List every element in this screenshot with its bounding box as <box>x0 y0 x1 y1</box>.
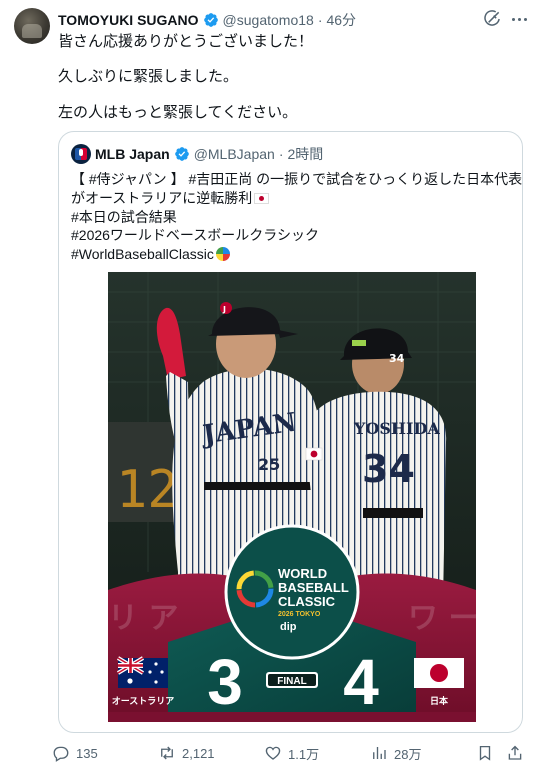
japan-flag-icon <box>254 193 270 204</box>
separator-dot: · <box>278 146 284 162</box>
repost-count: 2,121 <box>182 745 215 761</box>
watermark-letters: ワ ー <box>408 601 476 636</box>
quoted-hashtag[interactable]: #本日の試合結果 <box>71 208 177 227</box>
verified-icon <box>203 13 218 27</box>
scoreboard-digits: 12 <box>116 460 179 520</box>
team-right-name: 日本 <box>430 695 449 707</box>
quoted-text-line: がオーストラリアに逆転勝利 <box>71 189 270 208</box>
post-header: TOMOYUKI SUGANO @sugatomo18 · 46分 <box>58 10 356 30</box>
watermark-letters: リ ア <box>108 601 178 636</box>
quoted-post-time[interactable]: 2時間 <box>288 144 324 164</box>
quoted-author-handle[interactable]: @MLBJapan <box>194 146 275 162</box>
logo-line-3: CLASSIC <box>278 594 336 609</box>
quoted-hashtag[interactable]: #2026ワールドベースボールクラシック <box>71 226 319 245</box>
bookmark-button[interactable] <box>476 741 494 765</box>
post-photo[interactable]: 12 J JAPAN 25 34 YOSHIDA 34 リ ア ワ ー WORL… <box>108 272 476 722</box>
like-icon <box>265 746 281 760</box>
score-right: 4 <box>343 646 379 718</box>
quoted-text-span: がオーストラリアに逆転勝利 <box>71 190 253 206</box>
reply-button[interactable]: 135 <box>52 741 98 765</box>
separator-dot: · <box>317 12 323 28</box>
repost-button[interactable]: 2,121 <box>158 741 215 765</box>
quoted-hashtag-line: #WorldBaseballClassic <box>71 245 230 264</box>
post-text-line: 皆さん応援ありがとうございました！ <box>58 33 314 50</box>
australia-flag <box>116 656 168 688</box>
like-count: 1.1万 <box>288 746 320 762</box>
logo-sponsor: dip <box>280 621 297 633</box>
more-icon[interactable] <box>508 9 530 29</box>
post-text-line: 久しぶりに緊張しました。 <box>58 68 239 85</box>
verified-icon <box>174 147 189 161</box>
bookmark-icon <box>479 745 491 761</box>
jersey-left-number: 25 <box>258 455 280 474</box>
reply-icon <box>53 746 69 762</box>
logo-line-4: 2026 TOKYO <box>278 611 321 618</box>
logo-line-2: BASEBALL <box>278 580 349 595</box>
share-icon <box>508 745 522 760</box>
author-name[interactable]: TOMOYUKI SUGANO <box>58 12 199 28</box>
helmet-logo: J <box>222 305 226 314</box>
quoted-post-header: MLB Japan @MLBJapan · 2時間 <box>71 144 323 164</box>
japan-flag <box>414 658 464 688</box>
views-count: 28万 <box>394 746 422 762</box>
game-status: FINAL <box>277 676 306 687</box>
action-bar: 135 2,121 1.1万 28万 <box>52 741 532 765</box>
grok-icon[interactable] <box>482 9 502 29</box>
quoted-hashtag[interactable]: #WorldBaseballClassic <box>71 246 214 262</box>
reply-count: 135 <box>76 745 98 761</box>
post[interactable]: TOMOYUKI SUGANO @sugatomo18 · 46分 皆さん応援あ… <box>0 0 542 770</box>
like-button[interactable]: 1.1万 <box>264 741 319 765</box>
helmet-number: 34 <box>389 352 405 365</box>
views-icon <box>373 747 386 759</box>
views-button[interactable]: 28万 <box>370 741 421 765</box>
quoted-author-avatar[interactable] <box>71 144 91 164</box>
team-left-name: オーストラリア <box>112 696 175 707</box>
author-avatar[interactable] <box>14 8 50 44</box>
post-text-line: 左の人はもっと緊張してください。 <box>58 104 298 121</box>
repost-icon <box>161 746 173 760</box>
post-time[interactable]: 46分 <box>326 10 356 30</box>
quoted-author-name[interactable]: MLB Japan <box>95 146 170 162</box>
photo-artwork: 12 J JAPAN 25 34 YOSHIDA 34 リ ア ワ ー WORL… <box>108 272 476 722</box>
wbc-logo-icon <box>215 247 230 261</box>
logo-line-1: WORLD <box>278 566 327 581</box>
quoted-text-line: 【 #侍ジャパン 】 #吉田正尚 の一振りで試合をひっくり返した日本代表 <box>71 171 523 187</box>
jersey-right-name: YOSHIDA <box>353 419 440 438</box>
share-button[interactable] <box>506 741 524 765</box>
quoted-post[interactable]: MLB Japan @MLBJapan · 2時間 【 #侍ジャパン 】 #吉田… <box>58 131 523 733</box>
jersey-right-number: 34 <box>362 447 415 491</box>
author-handle[interactable]: @sugatomo18 <box>223 12 314 28</box>
score-left: 3 <box>207 646 243 718</box>
